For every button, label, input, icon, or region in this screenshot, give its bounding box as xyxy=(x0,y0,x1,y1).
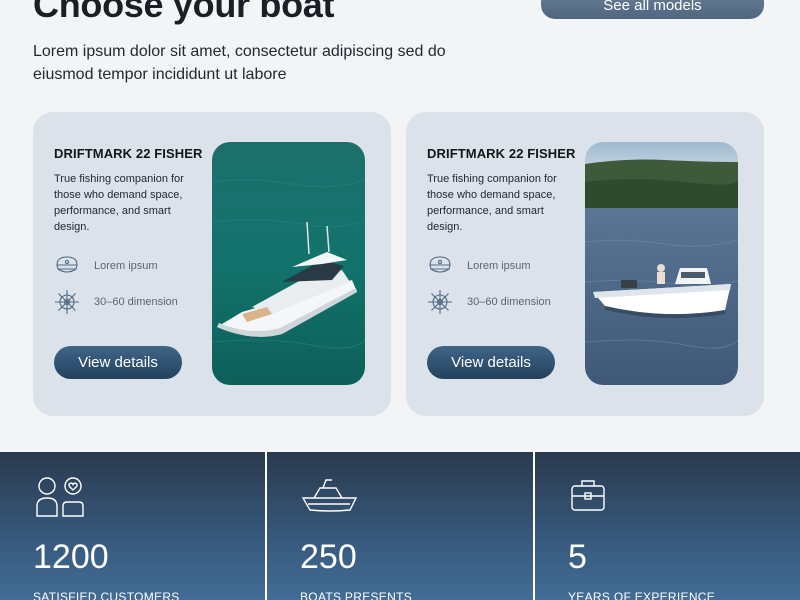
stat-value: 1200 xyxy=(33,538,109,576)
boat-card: DRIFTMARK 22 FISHER True fishing compani… xyxy=(406,112,764,416)
boat-feature: Lorem ipsum xyxy=(427,254,531,278)
boat-feature: 30–60 dimension xyxy=(427,290,551,314)
boat-photo xyxy=(585,142,738,385)
boat-icon xyxy=(300,474,360,519)
customer-heart-icon xyxy=(33,474,85,523)
stat-value: 5 xyxy=(568,538,587,576)
ship-wheel-icon xyxy=(54,290,80,314)
stats-divider xyxy=(265,452,267,600)
boat-feature-label: 30–60 dimension xyxy=(467,296,551,308)
boat-photo xyxy=(212,142,365,385)
boat-feature-label: Lorem ipsum xyxy=(467,260,531,272)
boat-card-description: True fishing companion for those who dem… xyxy=(54,173,184,233)
stats-section: 1200 SATISFIED CUSTOMERS 250 BOATS PRESE… xyxy=(0,452,800,600)
captain-hat-icon xyxy=(54,254,80,278)
view-details-button[interactable]: View details xyxy=(427,346,555,379)
ship-wheel-icon xyxy=(427,290,453,314)
briefcase-icon xyxy=(568,474,608,519)
boat-card-title: DRIFTMARK 22 FISHER xyxy=(54,146,203,161)
boat-feature-label: 30–60 dimension xyxy=(94,296,178,308)
boat-feature-label: Lorem ipsum xyxy=(94,260,158,272)
boat-feature: Lorem ipsum xyxy=(54,254,158,278)
boat-feature: 30–60 dimension xyxy=(54,290,178,314)
view-details-button[interactable]: View details xyxy=(54,346,182,379)
intro-text: Lorem ipsum dolor sit amet, consectetur … xyxy=(33,43,446,83)
boat-card: DRIFTMARK 22 FISHER True fishing compani… xyxy=(33,112,391,416)
stat-label: YEARS OF EXPERIENCE xyxy=(568,590,716,600)
captain-hat-icon xyxy=(427,254,453,278)
boat-card-title: DRIFTMARK 22 FISHER xyxy=(427,146,576,161)
page-title: Choose your boat xyxy=(33,0,335,25)
see-all-models-button[interactable]: See all models xyxy=(541,0,764,19)
boat-card-description: True fishing companion for those who dem… xyxy=(427,173,557,233)
stat-label: BOATS PRESENTS xyxy=(300,590,413,600)
stat-label: SATISFIED CUSTOMERS xyxy=(33,590,180,600)
stat-value: 250 xyxy=(300,538,357,576)
stats-divider xyxy=(533,452,535,600)
